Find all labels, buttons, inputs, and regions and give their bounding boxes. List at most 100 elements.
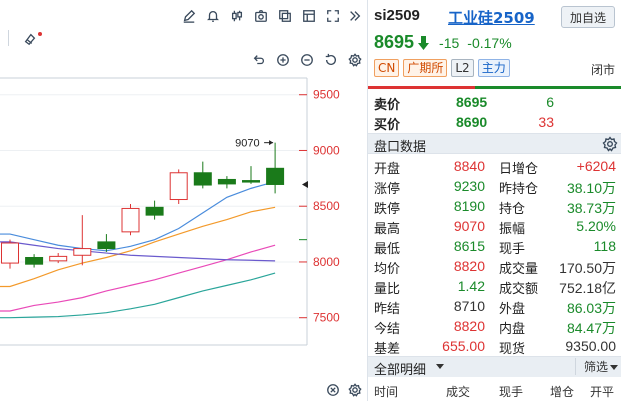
- chevron-down-icon[interactable]: [436, 364, 444, 369]
- stat-label: 最高: [374, 222, 401, 237]
- section-title: 盘口数据: [374, 140, 427, 155]
- filter-label: 筛选: [583, 360, 608, 374]
- stats-row: 今结 8820 内盘 84.47万: [368, 316, 621, 337]
- stat-value: 9070: [453, 218, 485, 234]
- stat-label: 成交额: [499, 282, 539, 297]
- candles: [1, 142, 285, 269]
- stat-value: 8820: [453, 318, 485, 334]
- y-tick-label: 7500: [313, 311, 340, 325]
- chart-pane[interactable]: 9500 9000 8500 8000 7500 9070: [0, 0, 367, 401]
- stats-row: 均价 8820 成交量 170.50万: [368, 256, 621, 277]
- stat-value: 8190: [453, 198, 485, 214]
- stat-value: 5.20%: [576, 218, 616, 234]
- candlestick-chart[interactable]: 9500 9000 8500 8000 7500 9070: [0, 0, 367, 401]
- app-root: 9500 9000 8500 8000 7500 9070 si2509 工业硅2509…: [0, 0, 621, 401]
- filter-button[interactable]: 筛选: [574, 358, 618, 375]
- stat-value: 8820: [453, 258, 485, 274]
- gear-icon[interactable]: [602, 136, 618, 152]
- stat-value: 84.47万: [566, 320, 616, 336]
- stats-row: 涨停 9230 昨持仓 38.10万: [368, 176, 621, 197]
- candle-body: [169, 172, 188, 201]
- buy-price: 8690: [456, 114, 488, 130]
- candle-body: [73, 248, 92, 256]
- stat-value: 1.42: [457, 278, 485, 294]
- stat-label: 涨停: [374, 182, 401, 197]
- trade-columns: 时间 成交 现手 增仓 开平: [368, 379, 621, 401]
- stat-value: 118: [593, 238, 616, 254]
- stat-label: 最低: [374, 242, 401, 257]
- moving-average-lines: [0, 181, 276, 319]
- quote-panel: si2509 工业硅2509 加自选 8695 -15 -0.17% CN 广期…: [367, 0, 621, 401]
- stat-value: 38.73万: [566, 200, 616, 216]
- stats-row: 基差 655.00 现货 9350.00: [368, 336, 621, 357]
- buy-label: 买价: [374, 118, 401, 133]
- contract-name-link[interactable]: 工业硅2509: [448, 7, 535, 28]
- tag-market: CN: [374, 59, 400, 77]
- sell-label: 卖价: [374, 98, 401, 113]
- stat-label: 现手: [499, 242, 526, 257]
- stat-value: 752.18亿: [559, 280, 616, 296]
- down-arrow-icon: [418, 35, 430, 50]
- stat-value: 8840: [453, 158, 485, 174]
- annotation-arrow-head: [269, 140, 274, 146]
- col-deal: 成交: [446, 385, 471, 399]
- stat-label: 外盘: [499, 302, 526, 317]
- stat-label: 昨持仓: [499, 182, 539, 197]
- stat-label: 日增仓: [499, 162, 539, 177]
- candle-body: [242, 180, 260, 183]
- stat-value: 8615: [453, 238, 485, 254]
- stat-label: 昨结: [374, 302, 401, 317]
- col-time: 时间: [374, 385, 399, 399]
- contract-code: si2509: [374, 7, 420, 24]
- trade-detail-header: 全部明细 筛选: [368, 356, 621, 378]
- stat-label: 持仓: [499, 202, 526, 217]
- y-tick-label: 8000: [313, 255, 340, 269]
- sell-price: 8695: [456, 94, 488, 110]
- col-incr: 增仓: [550, 385, 575, 399]
- candle-body: [193, 172, 212, 186]
- price-change-pct: -0.17%: [467, 34, 512, 51]
- stat-label: 振幅: [499, 222, 526, 237]
- tag-main-contract: 主力: [477, 59, 510, 77]
- stat-value: 9230: [453, 178, 485, 194]
- stat-label: 开盘: [374, 162, 401, 177]
- stat-value: 170.50万: [559, 260, 616, 276]
- y-tick-label: 8500: [313, 199, 340, 213]
- high-price-annotation: 9070: [235, 138, 259, 150]
- stat-label: 基差: [374, 342, 401, 357]
- stat-value: 8710: [453, 298, 485, 314]
- price-change: -15: [439, 34, 460, 51]
- tag-list: CN 广期所 L2 主力: [374, 59, 510, 77]
- col-openclose: 开平: [590, 385, 615, 399]
- ma-line: [0, 272, 276, 319]
- last-price-marker: [302, 180, 308, 188]
- stat-value: 655.00: [442, 338, 485, 354]
- stats-row: 最低 8615 现手 118: [368, 236, 621, 257]
- candle-body: [97, 241, 116, 250]
- market-status: 闭市: [590, 63, 615, 77]
- stat-value: 86.03万: [566, 300, 616, 316]
- candle-body: [145, 206, 164, 216]
- buy-row: 买价 8690 33: [368, 112, 621, 133]
- add-watchlist-button[interactable]: 加自选: [561, 6, 615, 28]
- tag-exchange[interactable]: 广期所: [403, 59, 448, 77]
- stat-label: 成交量: [499, 262, 539, 277]
- stat-value: 38.10万: [566, 180, 616, 196]
- tag-level2: L2: [451, 59, 474, 77]
- stat-value: 9350.00: [565, 338, 616, 354]
- stats-row: 最高 9070 振幅 5.20%: [368, 216, 621, 237]
- stats-row: 量比 1.42 成交额 752.18亿: [368, 276, 621, 297]
- stat-value: +6204: [576, 158, 616, 174]
- detail-title[interactable]: 全部明细: [374, 359, 426, 378]
- stat-label: 跌停: [374, 202, 401, 217]
- sell-qty: 6: [546, 94, 554, 110]
- stats-row: 开盘 8840 日增仓 +6204: [368, 156, 621, 177]
- stat-label: 均价: [374, 262, 401, 277]
- candle-body: [266, 167, 285, 185]
- stats-row: 昨结 8710 外盘 86.03万: [368, 296, 621, 317]
- candle-body: [217, 178, 236, 185]
- annotations: 9070: [235, 138, 308, 241]
- sell-row: 卖价 8695 6: [368, 92, 621, 113]
- y-tick-label: 9000: [313, 143, 340, 157]
- stat-label: 量比: [374, 282, 401, 297]
